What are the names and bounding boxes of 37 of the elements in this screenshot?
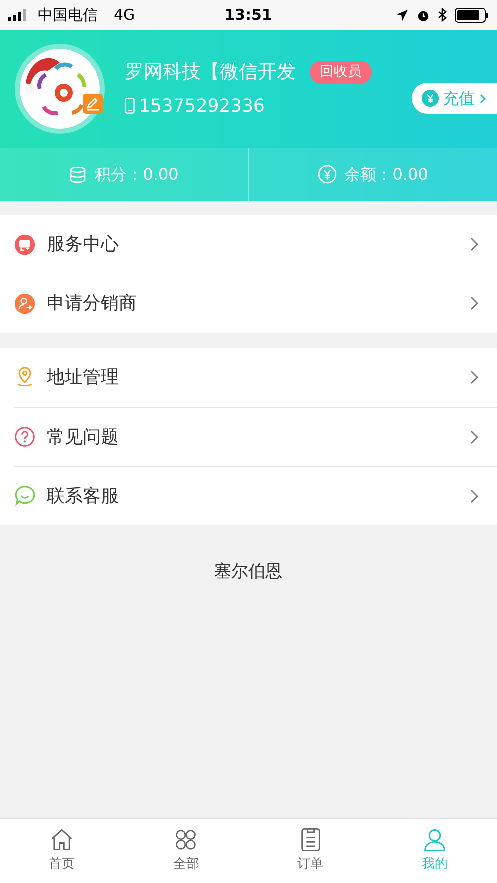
footer-text: 塞尔伯恩 xyxy=(214,561,282,584)
status-time: 13:51 xyxy=(224,4,272,26)
battery-icon xyxy=(455,8,489,22)
chevron-right-icon xyxy=(470,370,479,385)
menu-label: 联系客服 xyxy=(47,484,120,508)
menu-label: 服务中心 xyxy=(47,233,120,257)
chevron-right-icon xyxy=(470,296,479,311)
network-type: 4G xyxy=(114,4,136,26)
menu-item[interactable]: 联系客服 xyxy=(14,466,497,525)
menu-item[interactable]: 申请分销商 xyxy=(14,274,497,333)
menu-item[interactable]: 常见问题 xyxy=(14,407,497,466)
stat-value: 积分：0.00 xyxy=(95,164,179,186)
tab[interactable]: 订单 xyxy=(248,819,373,883)
phone-icon xyxy=(125,98,135,114)
stat-value: 余额：0.00 xyxy=(344,164,428,186)
menu-label: 地址管理 xyxy=(47,366,120,390)
phone-number: 15375292336 xyxy=(139,94,265,119)
chevron-right-icon xyxy=(470,488,479,504)
menu-label: 申请分销商 xyxy=(47,292,138,316)
role-badge: 回收员 xyxy=(310,61,372,84)
location-arrow-icon xyxy=(396,8,409,22)
menu-label: 常见问题 xyxy=(47,426,120,450)
menu-item[interactable]: 服务中心 xyxy=(14,215,497,274)
user-name: 罗网科技【微信开发 xyxy=(125,60,296,86)
tab[interactable]: 首页 xyxy=(0,819,124,883)
chevron-right-icon xyxy=(479,92,487,104)
alarm-icon xyxy=(417,8,430,22)
user-icon xyxy=(422,827,448,854)
coin-stack-icon xyxy=(69,166,88,184)
bluetooth-icon xyxy=(438,8,447,22)
menu-item[interactable]: 地址管理 xyxy=(14,348,497,407)
chevron-right-icon xyxy=(470,237,479,252)
carrier-name: 中国电信 xyxy=(38,4,98,26)
chevron-right-icon xyxy=(470,430,479,444)
yen-icon xyxy=(422,90,439,107)
tab[interactable]: 全部 xyxy=(124,819,248,883)
yen-icon xyxy=(318,165,337,184)
